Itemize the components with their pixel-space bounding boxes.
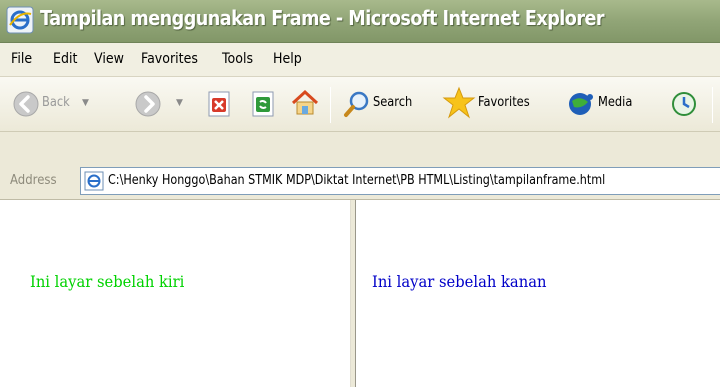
back-button[interactable]: Back ▼ <box>8 88 128 120</box>
window-title: Tampilan menggunakan Frame - Microsoft I… <box>40 6 605 30</box>
title-bar[interactable]: Tampilan menggunakan Frame - Microsoft I… <box>0 0 720 43</box>
address-label: Address <box>10 173 57 188</box>
history-icon[interactable] <box>670 90 698 118</box>
content-frames: Ini layar sebelah kiri Ini layar sebelah… <box>0 200 720 387</box>
menu-edit[interactable]: Edit <box>53 51 77 67</box>
forward-arrow-icon <box>135 91 161 117</box>
ie-icon <box>6 6 34 34</box>
media-icon <box>569 93 593 115</box>
search-label: Search <box>373 95 413 110</box>
search-icon <box>344 91 369 117</box>
media-label: Media <box>598 95 633 110</box>
menu-help[interactable]: Help <box>273 51 302 67</box>
favorites-button[interactable]: Favorites <box>442 86 562 122</box>
toolbar-separator <box>330 87 331 123</box>
left-frame-text: Ini layar sebelah kiri <box>30 272 185 291</box>
address-value: C:\Henky Honggo\Bahan STMIK MDP\Diktat I… <box>108 173 606 188</box>
menu-file[interactable]: File <box>11 51 32 67</box>
media-button[interactable]: Media <box>566 88 656 120</box>
right-frame: Ini layar sebelah kanan <box>356 200 720 387</box>
right-frame-text: Ini layar sebelah kanan <box>372 272 547 291</box>
favorites-label: Favorites <box>478 95 530 110</box>
menu-tools[interactable]: Tools <box>222 51 253 67</box>
menu-favorites[interactable]: Favorites <box>141 51 198 67</box>
toolbar: Back ▼ ▼ Search Favorites Media <box>0 77 720 132</box>
left-frame: Ini layar sebelah kiri <box>0 200 350 387</box>
home-icon[interactable] <box>290 88 320 118</box>
back-label: Back <box>42 95 70 110</box>
stop-icon[interactable] <box>205 90 233 118</box>
forward-button[interactable]: ▼ <box>130 88 190 120</box>
menu-bar: File Edit View Favorites Tools Help <box>0 43 720 77</box>
address-bar: Address C:\Henky Honggo\Bahan STMIK MDP\… <box>0 132 720 200</box>
toolbar-separator <box>712 87 713 123</box>
address-input[interactable]: C:\Henky Honggo\Bahan STMIK MDP\Diktat I… <box>80 167 720 195</box>
forward-dropdown-icon[interactable]: ▼ <box>176 98 183 108</box>
back-arrow-icon <box>13 91 39 117</box>
refresh-icon[interactable] <box>249 90 277 118</box>
back-dropdown-icon[interactable]: ▼ <box>82 98 89 108</box>
page-icon <box>84 171 104 191</box>
search-button[interactable]: Search <box>340 88 434 120</box>
favorites-star-icon <box>442 86 476 119</box>
menu-view[interactable]: View <box>94 51 124 67</box>
